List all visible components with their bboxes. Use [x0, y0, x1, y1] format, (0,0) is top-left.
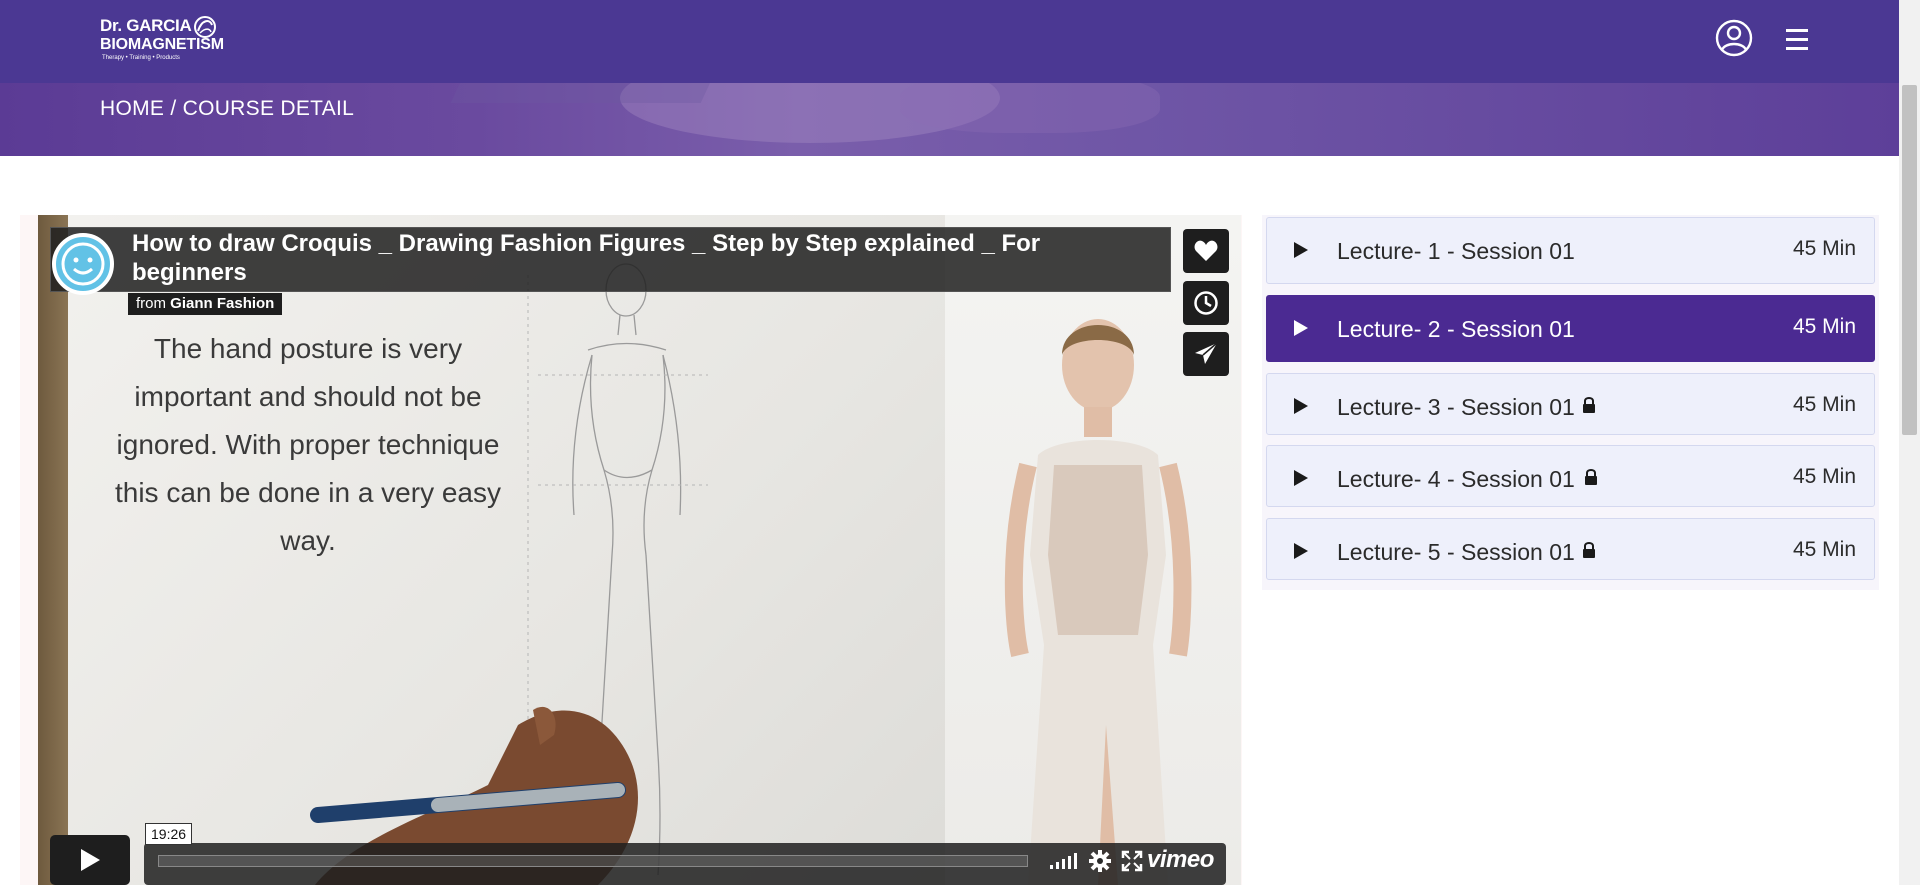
logo-line2: BIOMAGNETISM — [100, 36, 224, 53]
heart-icon — [1194, 240, 1218, 261]
play-icon — [1294, 470, 1308, 486]
lecture-label: Lecture- 4 - Session 01 — [1337, 466, 1575, 492]
runway-model-illustration — [1004, 319, 1192, 885]
video-time-tooltip: 19:26 — [145, 823, 193, 845]
breadcrumb: HOME / COURSE DETAIL — [100, 97, 354, 121]
page-scrollbar[interactable] — [1899, 0, 1920, 885]
video-player[interactable]: The hand posture is very important and s… — [38, 215, 1241, 885]
banner-decoration — [900, 83, 1160, 133]
lecture-label: Lecture- 2 - Session 01 — [1337, 316, 1575, 342]
video-section: The hand posture is very important and s… — [20, 215, 1242, 885]
play-icon — [81, 849, 100, 871]
breadcrumb-current: COURSE DETAIL — [182, 97, 355, 120]
progress-bar[interactable] — [158, 855, 1028, 867]
user-circle-icon[interactable] — [1714, 18, 1754, 58]
breadcrumb-home-link[interactable]: HOME — [100, 97, 164, 120]
share-button[interactable] — [1183, 332, 1229, 376]
lecture-duration: 45 Min — [1792, 315, 1856, 338]
smiley-face-icon — [61, 242, 105, 286]
page-banner: HOME / COURSE DETAIL — [0, 83, 1899, 156]
breadcrumb-separator: / — [164, 97, 183, 120]
from-label: from — [136, 295, 166, 312]
banner-decoration — [450, 83, 720, 103]
hamburger-menu-icon[interactable] — [1776, 22, 1820, 58]
lecture-item-1[interactable]: Lecture- 1 - Session 01 45 Min — [1266, 217, 1875, 284]
control-bar: vimeo — [144, 843, 1226, 885]
lecture-item-4[interactable]: Lecture- 4 - Session 01 45 Min — [1266, 445, 1875, 507]
lecture-label: Lecture- 5 - Session 01 — [1337, 539, 1575, 565]
video-frame-board-edge — [38, 215, 68, 885]
lecture-duration: 45 Min — [1792, 465, 1856, 488]
play-icon — [1294, 242, 1308, 258]
play-icon — [1294, 320, 1308, 336]
fullscreen-icon[interactable] — [1121, 849, 1143, 873]
lecture-label: Lecture- 1 - Session 01 — [1337, 238, 1575, 264]
video-author-byline[interactable]: from Giann Fashion — [128, 293, 283, 315]
video-caption-text: The hand posture is very important and s… — [114, 333, 501, 556]
lecture-item-2[interactable]: Lecture- 2 - Session 01 45 Min — [1266, 295, 1875, 362]
lecture-item-5[interactable]: Lecture- 5 - Session 01 45 Min — [1266, 518, 1875, 580]
clock-icon — [1194, 291, 1218, 315]
like-button[interactable] — [1183, 229, 1229, 273]
lecture-duration: 45 Min — [1792, 538, 1856, 561]
play-button[interactable] — [50, 835, 130, 885]
lock-icon — [1583, 397, 1595, 413]
lock-icon — [1585, 469, 1597, 485]
author-avatar[interactable] — [52, 233, 114, 295]
video-title[interactable]: How to draw Croquis _ Drawing Fashion Fi… — [132, 229, 1152, 287]
video-controls: vimeo 19:26 — [50, 823, 1230, 885]
paper-plane-icon — [1195, 342, 1218, 364]
lecture-label: Lecture- 3 - Session 01 — [1337, 394, 1575, 420]
logo-tagline: Therapy • Training • Products — [102, 55, 180, 61]
video-author-name: Giann Fashion — [170, 295, 275, 312]
top-navbar: Dr. GARCIA BIOMAGNETISM Therapy • Traini… — [0, 0, 1899, 83]
lecture-list: Lecture- 1 - Session 01 45 Min Lecture- … — [1262, 215, 1879, 590]
gear-icon[interactable] — [1088, 849, 1112, 873]
lecture-duration: 45 Min — [1792, 393, 1856, 416]
vimeo-logo[interactable]: vimeo — [1147, 846, 1214, 874]
logo-line1: Dr. GARCIA — [100, 16, 192, 35]
play-icon — [1294, 543, 1308, 559]
watch-later-button[interactable] — [1183, 281, 1229, 325]
play-icon — [1294, 398, 1308, 414]
lock-icon — [1583, 542, 1595, 558]
volume-bars-icon[interactable] — [1048, 849, 1078, 873]
lecture-duration: 45 Min — [1792, 237, 1856, 260]
lecture-item-3[interactable]: Lecture- 3 - Session 01 45 Min — [1266, 373, 1875, 435]
site-logo[interactable]: Dr. GARCIA BIOMAGNETISM Therapy • Traini… — [100, 15, 240, 67]
scrollbar-thumb[interactable] — [1902, 85, 1917, 435]
